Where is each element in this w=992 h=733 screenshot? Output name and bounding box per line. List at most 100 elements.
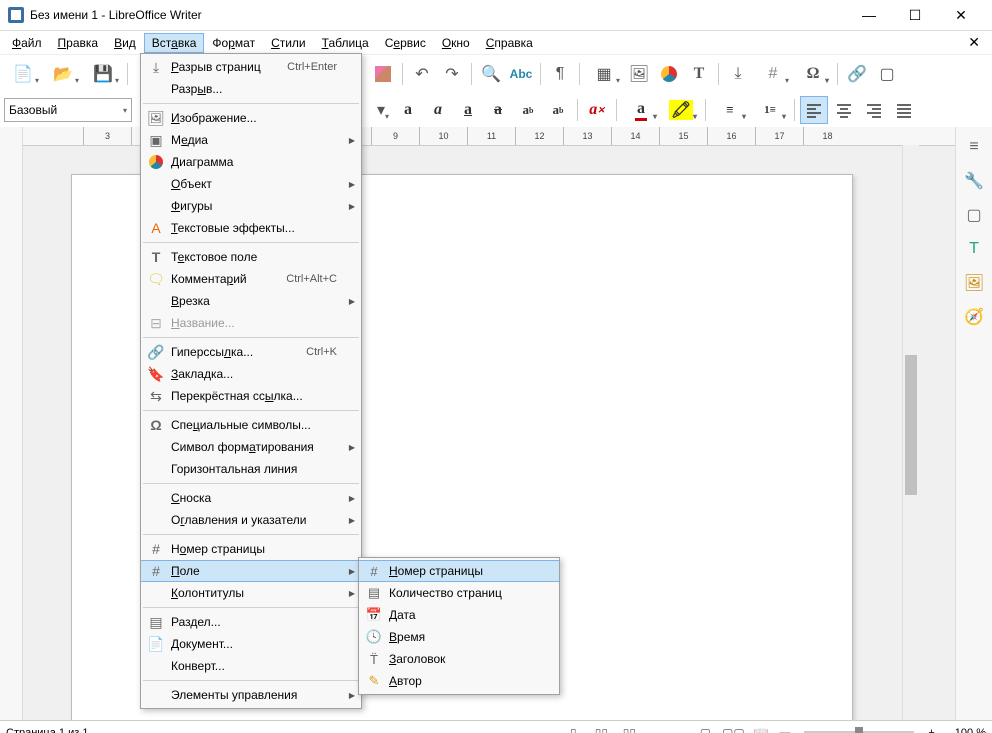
menu-item-section[interactable]: ▤Раздел... [141,611,361,633]
close-button[interactable]: ✕ [938,0,984,30]
menu-item-frame[interactable]: Врезка [141,290,361,312]
cross-ref-icon: ⇆ [145,385,167,407]
align-center-button[interactable] [830,96,858,124]
find-replace-button[interactable]: 🔍 [477,60,505,88]
menu-item[interactable]: Вид [106,33,144,53]
insert-footnote-button[interactable]: ▢ [873,60,901,88]
undo-button[interactable]: ↶ [408,60,436,88]
align-justify-button[interactable] [890,96,918,124]
zoom-out-button[interactable]: — [779,727,790,733]
submenu-item-fld-date[interactable]: 📅Дата [359,604,559,626]
insert-table-button[interactable]: ▦ [585,60,623,88]
view-layout1-icon[interactable]: ▢ [695,724,715,733]
menu-item-cross-ref[interactable]: ⇆Перекрёстная ссылка... [141,385,361,407]
insert-hyperlink-button[interactable]: 🔗 [843,60,871,88]
menu-item-bookmark[interactable]: 🔖Закладка... [141,363,361,385]
frame-icon [145,290,167,312]
view-layout3-icon[interactable]: 📖 [751,724,771,733]
zoom-level[interactable]: 100 % [955,727,986,733]
clone-formatting-button[interactable] [369,60,397,88]
sidebar-styles-icon[interactable]: T [960,235,988,263]
menu-item-object[interactable]: Объект [141,173,361,195]
menu-item-formatting-mark[interactable]: Символ форматирования [141,436,361,458]
font-color-button[interactable]: a [622,96,660,124]
scroll-thumb[interactable] [905,355,917,495]
menu-item[interactable]: Справка [478,33,541,53]
menu-item[interactable]: Файл [4,33,50,53]
menu-item-image[interactable]: 🖼Изображение... [141,107,361,129]
italic-button[interactable]: a [424,96,452,124]
redo-button[interactable]: ↷ [438,60,466,88]
submenu-item-fld-author[interactable]: ✎Автор [359,670,559,692]
menu-item-horizontal-line[interactable]: Горизонтальная линия [141,458,361,480]
subscript-button[interactable]: ab [544,96,572,124]
menu-item[interactable]: Формат [204,33,263,53]
menu-item-break[interactable]: Разрыв... [141,78,361,100]
submenu-item-fld-title[interactable]: T̈Заголовок [359,648,559,670]
view-book-icon[interactable]: ▯▯ [619,724,639,733]
zoom-in-button[interactable]: + [928,727,934,733]
insert-text-box-button[interactable]: T [685,60,713,88]
menu-item[interactable]: Таблица [314,33,377,53]
align-left-button[interactable] [800,96,828,124]
highlight-button[interactable]: 🖍 [662,96,700,124]
menu-item-page-number[interactable]: #Номер страницы [141,538,361,560]
menu-item-text-effects[interactable]: AТекстовые эффекты... [141,217,361,239]
menu-item-special-chars[interactable]: ΩСпециальные символы... [141,414,361,436]
bullet-list-button[interactable]: ≡ [711,96,749,124]
underline-button[interactable]: a [454,96,482,124]
numbered-list-button[interactable]: 1≡ [751,96,789,124]
submenu-item-fld-page-count[interactable]: ▤Количество страниц [359,582,559,604]
menu-item-headers-footers[interactable]: Колонтитулы [141,582,361,604]
maximize-button[interactable]: ☐ [892,0,938,30]
menu-item[interactable]: Сервис [377,33,434,53]
font-combo-stub[interactable]: ▾ [370,96,392,124]
view-single-page-icon[interactable]: ▯ [563,724,583,733]
sidebar-settings-icon[interactable]: ≡ [960,133,988,161]
insert-page-break-button[interactable]: ⤓ [724,60,752,88]
bold-button[interactable]: a [394,96,422,124]
submenu-item-fld-time[interactable]: 🕓Время [359,626,559,648]
document-close-button[interactable]: ✕ [960,34,988,51]
menu-item-media[interactable]: ▣Медиа [141,129,361,151]
view-layout2-icon[interactable]: ▢▢ [723,724,743,733]
insert-special-char-button[interactable]: Ω [794,60,832,88]
minimize-button[interactable]: — [846,0,892,30]
open-document-button[interactable]: 📂 [44,60,82,88]
menu-item[interactable]: Правка [50,33,107,53]
strikethrough-button[interactable]: a [484,96,512,124]
menu-item-shapes[interactable]: Фигуры [141,195,361,217]
menu-item[interactable]: Стили [263,33,314,53]
vertical-scrollbar[interactable] [902,145,919,720]
menu-item-field[interactable]: #Поле [141,560,361,582]
insert-image-button[interactable]: 🖼 [625,60,653,88]
new-document-button[interactable]: 📄 [4,60,42,88]
menu-item-document[interactable]: 📄Документ... [141,633,361,655]
menu-item-envelope[interactable]: Конверт... [141,655,361,677]
menu-item-footnote[interactable]: Сноска [141,487,361,509]
spellcheck-button[interactable]: Abc [507,60,535,88]
menu-item-chart[interactable]: Диаграмма [141,151,361,173]
sidebar-navigator-icon[interactable]: 🧭 [960,303,988,331]
sidebar-gallery-icon[interactable]: 🖼 [960,269,988,297]
paragraph-style-combo[interactable]: Базовый [4,98,132,122]
align-right-button[interactable] [860,96,888,124]
menu-item[interactable]: Вставка [144,33,205,53]
superscript-button[interactable]: ab [514,96,542,124]
menu-item-hyperlink[interactable]: 🔗Гиперссылка...Ctrl+K [141,341,361,363]
menu-item-comment[interactable]: 🗨КомментарийCtrl+Alt+C [141,268,361,290]
submenu-item-fld-page-number[interactable]: #Номер страницы [359,560,559,582]
clear-formatting-button[interactable]: ɑ✕ [583,96,611,124]
view-multi-page-icon[interactable]: ▯▯ [591,724,611,733]
menu-item-toc[interactable]: Оглавления и указатели [141,509,361,531]
sidebar-properties-icon[interactable]: 🔧 [960,167,988,195]
menu-item-text-box[interactable]: TТекстовое поле [141,246,361,268]
menu-item-page-break[interactable]: ⤓Разрыв страницCtrl+Enter [141,56,361,78]
insert-chart-button[interactable] [655,60,683,88]
save-document-button[interactable]: 💾 [84,60,122,88]
formatting-marks-button[interactable]: ¶ [546,60,574,88]
menu-item-form-controls[interactable]: Элементы управления [141,684,361,706]
insert-field-button[interactable]: # [754,60,792,88]
menu-item[interactable]: Окно [434,33,478,53]
sidebar-page-icon[interactable]: ▢ [960,201,988,229]
